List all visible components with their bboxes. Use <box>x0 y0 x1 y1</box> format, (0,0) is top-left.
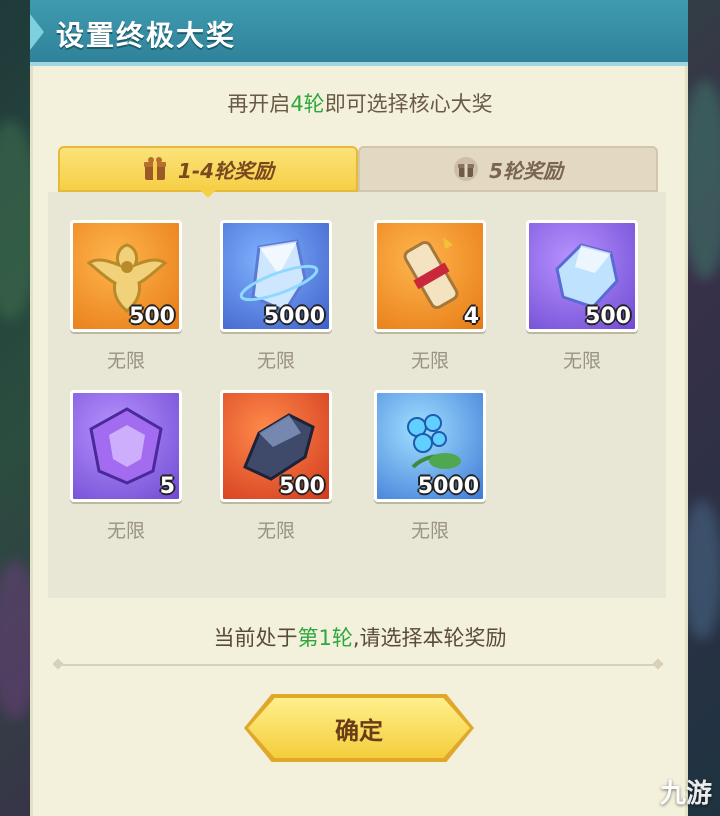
tab-rounds-1-4[interactable]: 1-4轮奖励 <box>58 146 358 192</box>
subtitle-prefix: 再开启 <box>227 92 291 116</box>
confirm-button[interactable]: 确定 <box>248 698 470 758</box>
reward-limit: 无限 <box>106 350 145 372</box>
reward-quantity: 500 <box>129 304 175 329</box>
reward-card[interactable]: 500 <box>526 220 638 332</box>
reward-item[interactable]: 500 无限 <box>70 220 186 373</box>
reward-card[interactable]: 500 <box>220 390 332 502</box>
reward-limit: 无限 <box>256 350 295 372</box>
reward-card[interactable]: 500 <box>70 220 182 332</box>
tab-round-5[interactable]: 5轮奖励 <box>358 146 658 192</box>
reward-limit: 无限 <box>410 350 449 372</box>
reward-card[interactable]: 5 <box>70 390 182 502</box>
status-highlight: 第1轮 <box>297 626 353 650</box>
rounds-remaining-text: 再开启4轮即可选择核心大奖 <box>0 88 720 118</box>
gift-box-icon <box>143 157 166 180</box>
reward-quantity: 5 <box>159 474 175 499</box>
reward-quantity: 4 <box>463 304 479 329</box>
reward-item[interactable]: 5 无限 <box>70 390 186 543</box>
tab-label: 5轮奖励 <box>489 158 563 183</box>
subtitle-highlight: 4轮 <box>290 92 325 116</box>
divider <box>58 664 658 666</box>
gift-box-icon <box>454 157 479 181</box>
status-suffix: ,请选择本轮奖励 <box>352 626 507 650</box>
reward-quantity: 5000 <box>417 474 479 499</box>
reward-quantity: 500 <box>585 304 631 329</box>
reward-card[interactable]: 5000 <box>374 390 486 502</box>
reward-item[interactable]: 500 无限 <box>526 220 642 373</box>
reward-limit: 无限 <box>256 520 295 542</box>
status-prefix: 当前处于 <box>213 626 298 650</box>
reward-card[interactable]: 5000 <box>220 220 332 332</box>
reward-item[interactable]: 500 无限 <box>220 390 336 543</box>
reward-limit: 无限 <box>106 520 145 542</box>
reward-quantity: 500 <box>279 474 325 499</box>
reward-item[interactable]: 4 无限 <box>374 220 490 373</box>
reward-quantity: 5000 <box>263 304 325 329</box>
watermark-logo: 九游 <box>659 779 712 809</box>
reward-item[interactable]: 5000 无限 <box>374 390 490 543</box>
reward-limit: 无限 <box>410 520 449 542</box>
active-tab-pointer <box>200 190 216 198</box>
dialog-title: 设置终极大奖 <box>56 19 237 52</box>
reward-limit: 无限 <box>562 350 601 372</box>
reward-card[interactable]: 4 <box>374 220 486 332</box>
current-round-status: 当前处于第1轮,请选择本轮奖励 <box>0 622 720 652</box>
subtitle-suffix: 即可选择核心大奖 <box>324 92 493 116</box>
reward-item[interactable]: 5000 无限 <box>220 220 336 373</box>
tab-label: 1-4轮奖励 <box>177 158 275 183</box>
